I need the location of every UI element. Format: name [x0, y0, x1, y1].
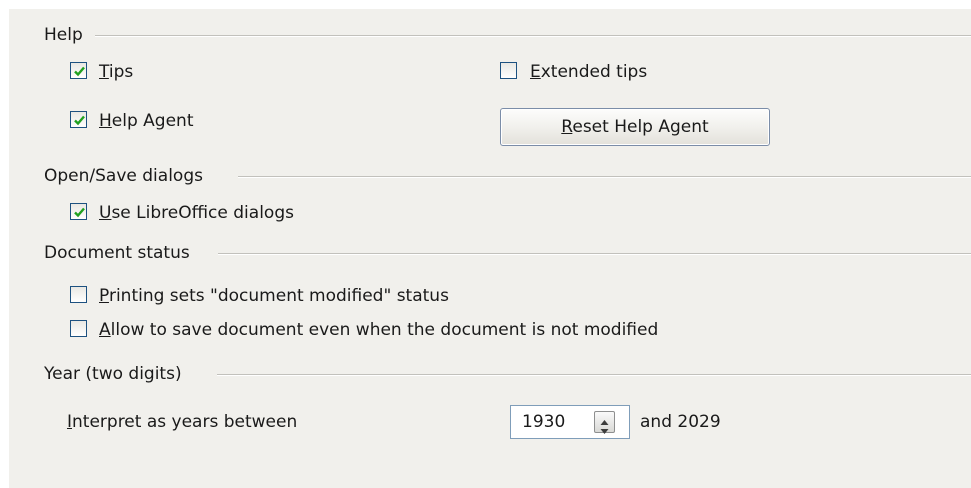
tips-label[interactable]: Tips	[99, 62, 133, 82]
end-year-label: and 2029	[640, 412, 721, 432]
help-agent-checkbox[interactable]	[70, 111, 87, 128]
arrow-down-icon	[600, 429, 609, 434]
year-section-title: Year (two digits)	[44, 364, 182, 384]
document-status-section-divider	[218, 253, 971, 254]
start-year-value[interactable]: 1930	[522, 412, 565, 432]
help-section-title: Help	[44, 25, 83, 45]
printing-modified-label[interactable]: Printing sets "document modified" status	[99, 286, 449, 306]
allow-save-label[interactable]: Allow to save document even when the doc…	[99, 320, 658, 340]
spin-arrows-icon[interactable]	[594, 411, 615, 434]
open-save-section-title: Open/Save dialogs	[44, 166, 203, 186]
allow-save-checkbox[interactable]	[70, 320, 87, 337]
open-save-section-divider	[238, 176, 971, 177]
extended-tips-label[interactable]: Extended tips	[530, 62, 647, 82]
help-agent-label[interactable]: Help Agent	[99, 111, 194, 131]
printing-modified-checkbox[interactable]	[70, 286, 87, 303]
checkmark-icon	[74, 66, 85, 77]
spin-up-button[interactable]	[595, 412, 614, 425]
help-section-divider	[95, 35, 971, 36]
use-dialogs-checkbox[interactable]	[70, 203, 87, 220]
tips-checkbox[interactable]	[70, 62, 87, 79]
checkmark-icon	[74, 115, 85, 126]
reset-help-agent-button[interactable]: Reset Help Agent	[500, 108, 770, 146]
use-dialogs-label[interactable]: Use LibreOffice dialogs	[99, 203, 294, 223]
year-section-divider	[217, 374, 971, 375]
start-year-spinfield[interactable]: 1930	[510, 405, 630, 439]
document-status-section-title: Document status	[44, 243, 190, 263]
extended-tips-checkbox[interactable]	[500, 62, 517, 79]
interpret-years-label: Interpret as years between	[67, 412, 298, 432]
spin-down-button[interactable]	[595, 422, 614, 434]
checkmark-icon	[74, 207, 85, 218]
